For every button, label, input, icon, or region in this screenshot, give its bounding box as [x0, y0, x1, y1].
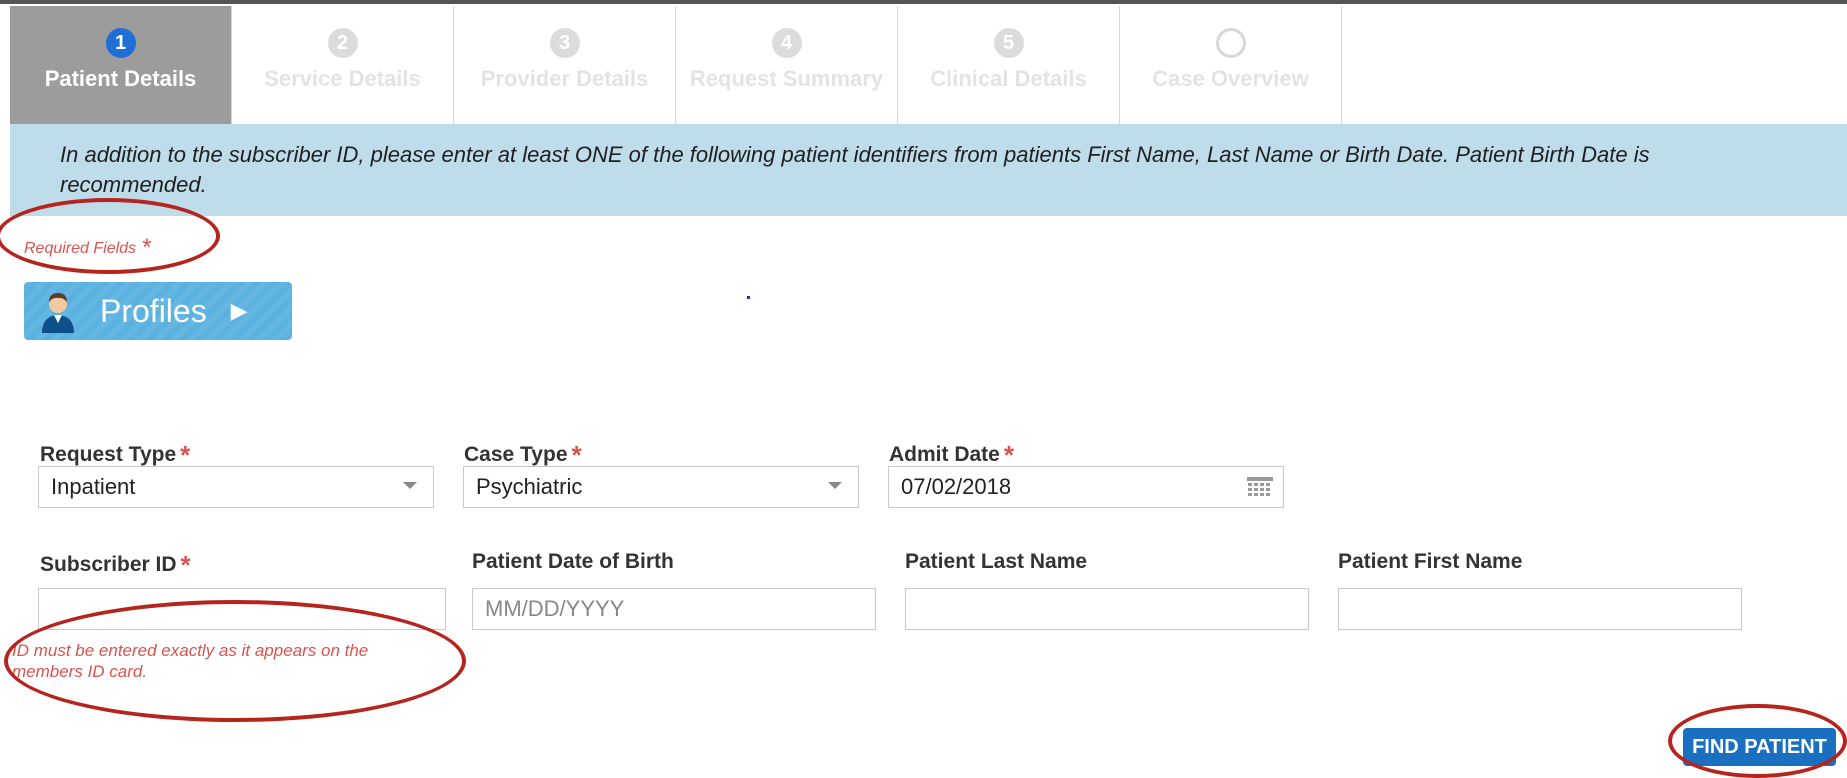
patient-last-name-input[interactable] [905, 588, 1309, 630]
patient-dob-input[interactable]: MM/DD/YYYY [472, 588, 876, 630]
stray-dot [747, 296, 750, 299]
annotation-ellipse-find-patient [1668, 704, 1847, 778]
patient-dob-placeholder: MM/DD/YYYY [485, 596, 625, 621]
profiles-label: Profiles [100, 292, 207, 329]
case-type-value: Psychiatric [476, 474, 583, 499]
step-number-badge: 3 [549, 28, 580, 58]
step-number-badge: 4 [771, 28, 802, 58]
patient-first-name-input[interactable] [1338, 588, 1742, 630]
step-label: Service Details [264, 66, 421, 91]
step-label: Case Overview [1152, 66, 1309, 91]
admit-date-input[interactable]: 07/02/2018 [888, 466, 1284, 508]
patient-first-name-label: Patient First Name [1338, 550, 1523, 573]
step-label: Request Summary [689, 66, 884, 91]
step-patient-details[interactable]: 1 Patient Details [10, 6, 232, 124]
step-label: Clinical Details [930, 66, 1087, 91]
chevron-down-icon [828, 482, 842, 489]
request-type-select[interactable]: Inpatient [38, 466, 434, 508]
step-case-overview[interactable]: Case Overview [1120, 6, 1342, 124]
case-type-select[interactable]: Psychiatric [463, 466, 859, 508]
chevron-right-icon: ▶ [230, 298, 248, 323]
patient-last-name-label: Patient Last Name [905, 550, 1088, 573]
patient-dob-label: Patient Date of Birth [472, 550, 674, 573]
step-service-details[interactable]: 2 Service Details [232, 6, 454, 124]
profiles-button[interactable]: Profiles ▶ [24, 282, 292, 340]
step-request-summary[interactable]: 4 Request Summary [676, 6, 898, 124]
step-label: Patient Details [44, 66, 197, 91]
step-number-badge: 1 [105, 28, 136, 58]
chevron-down-icon [403, 482, 417, 489]
annotation-ellipse-required [0, 198, 220, 274]
step-number-badge: 2 [327, 28, 358, 58]
user-icon [42, 293, 74, 333]
annotation-ellipse-hint [4, 600, 466, 722]
step-provider-details[interactable]: 3 Provider Details [454, 6, 676, 124]
subscriber-id-label: Subscriber ID * [40, 550, 191, 580]
calendar-icon[interactable] [1247, 477, 1273, 499]
step-number-badge: 5 [993, 28, 1024, 58]
top-border [0, 0, 1847, 4]
step-circle-icon [1215, 28, 1246, 58]
wizard-steps: 1 Patient Details 2 Service Details 3 Pr… [10, 6, 1342, 124]
request-type-value: Inpatient [51, 474, 136, 499]
info-banner: In addition to the subscriber ID, please… [10, 124, 1847, 216]
admit-date-value: 07/02/2018 [901, 474, 1012, 499]
step-label: Provider Details [480, 66, 649, 91]
step-clinical-details[interactable]: 5 Clinical Details [898, 6, 1120, 124]
